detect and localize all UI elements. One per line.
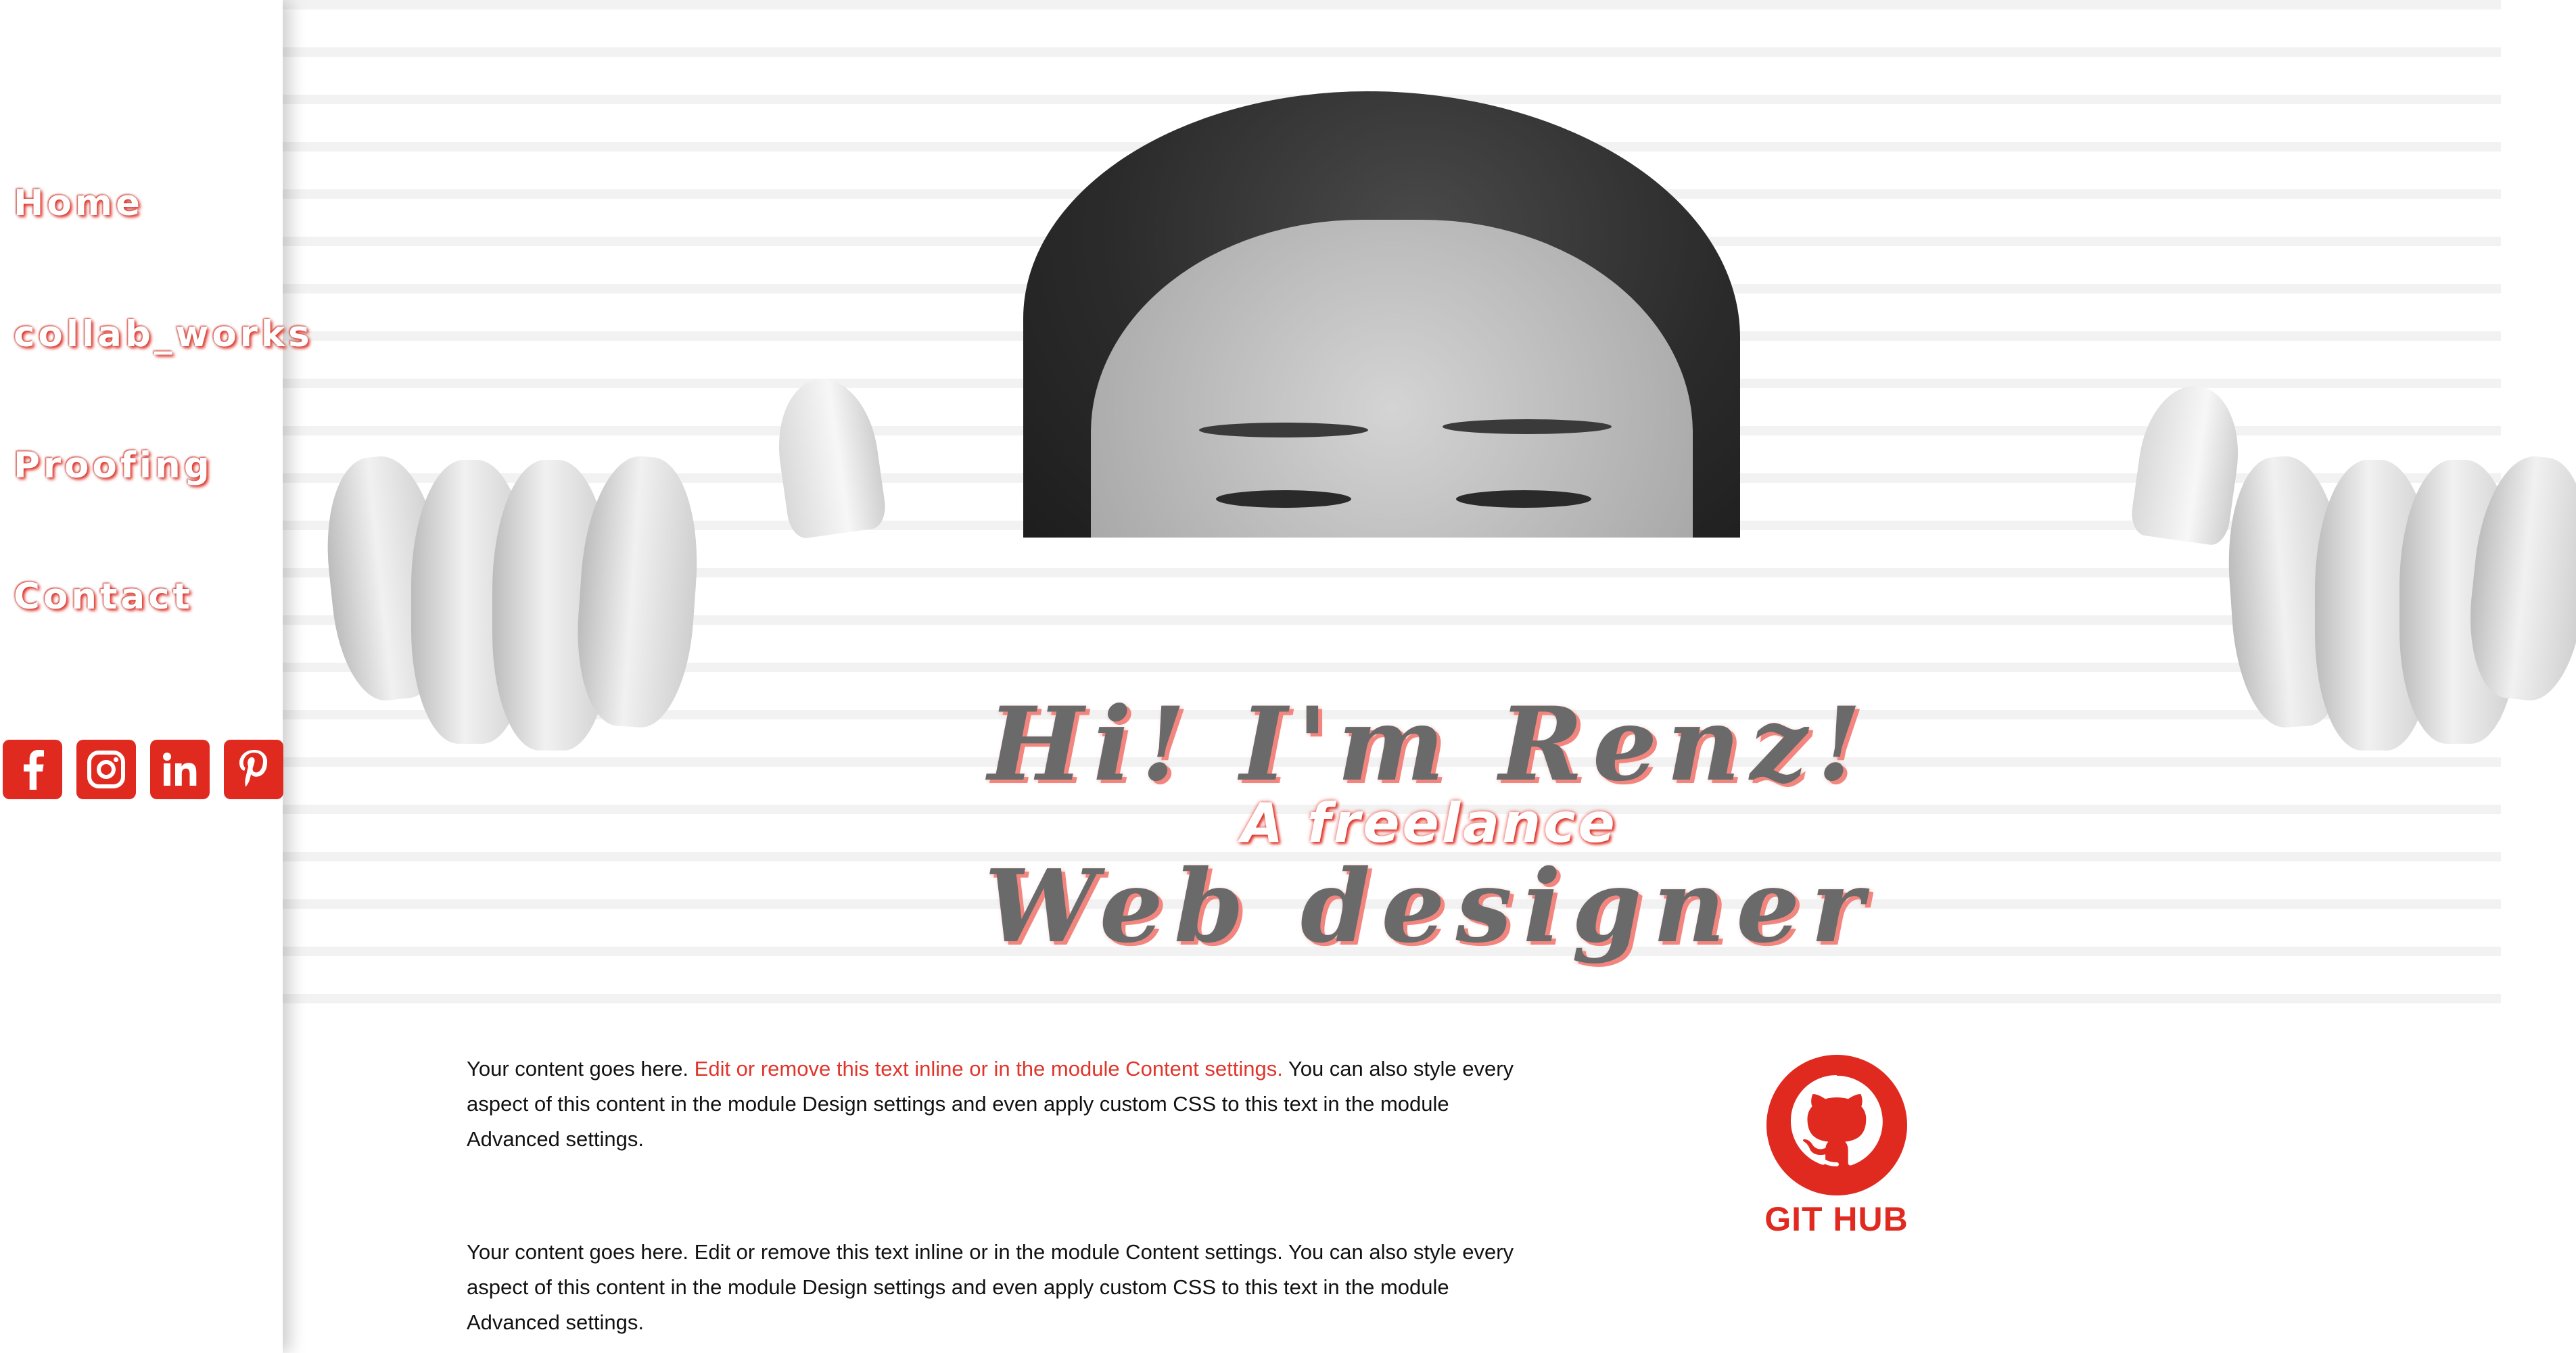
content-text-block-2: Your content goes here. Edit or remove t… (467, 1235, 1535, 1340)
main-nav: Home collab_works Proofing Contact (14, 183, 313, 707)
page: Home collab_works Proofing Contact Hi! I… (0, 0, 2576, 1353)
facebook-button[interactable] (3, 740, 62, 799)
headline-line-3: Web designer (984, 847, 1875, 966)
hero-section: Hi! I'm Renz! A freelance Web designer (134, 0, 2576, 1014)
nav-link-home[interactable]: Home (14, 183, 143, 224)
content-text-link[interactable]: Edit or remove this text inline or in th… (695, 1057, 1283, 1081)
linkedin-button[interactable] (150, 740, 210, 799)
sidebar: Home collab_works Proofing Contact (0, 0, 310, 1353)
headline-line-1: Hi! I'm Renz! (987, 685, 1871, 805)
portrait-photo (1010, 91, 1787, 538)
content-text-block-1: Your content goes here. Edit or remove t… (467, 1051, 1535, 1157)
nav-item-contact: Contact (14, 576, 313, 707)
instagram-button[interactable] (76, 740, 136, 799)
pinterest-button[interactable] (224, 740, 283, 799)
content-text-2: Your content goes here. Edit or remove t… (467, 1240, 1514, 1334)
nav-link-contact[interactable]: Contact (14, 576, 193, 617)
github-label: GIT HUB (1764, 1200, 1908, 1238)
nav-link-proofing[interactable]: Proofing (14, 445, 213, 486)
content-text-1a: Your content goes here. (467, 1057, 695, 1081)
linkedin-icon (163, 753, 197, 786)
pinterest-icon (239, 750, 268, 787)
hero-headline: Hi! I'm Renz! A freelance Web designer (283, 684, 2576, 964)
nav-item-home: Home (14, 183, 313, 314)
nav-item-collab-works: collab_works (14, 314, 313, 445)
nav-item-proofing: Proofing (14, 445, 313, 576)
github-link[interactable]: GIT HUB (1764, 1055, 1909, 1239)
nav-link-collab-works[interactable]: collab_works (14, 314, 313, 355)
headline-line-2: A freelance (1241, 792, 1618, 855)
github-icon (1766, 1055, 1907, 1195)
facebook-icon (24, 750, 44, 790)
social-links (3, 740, 283, 799)
instagram-icon (87, 751, 125, 788)
